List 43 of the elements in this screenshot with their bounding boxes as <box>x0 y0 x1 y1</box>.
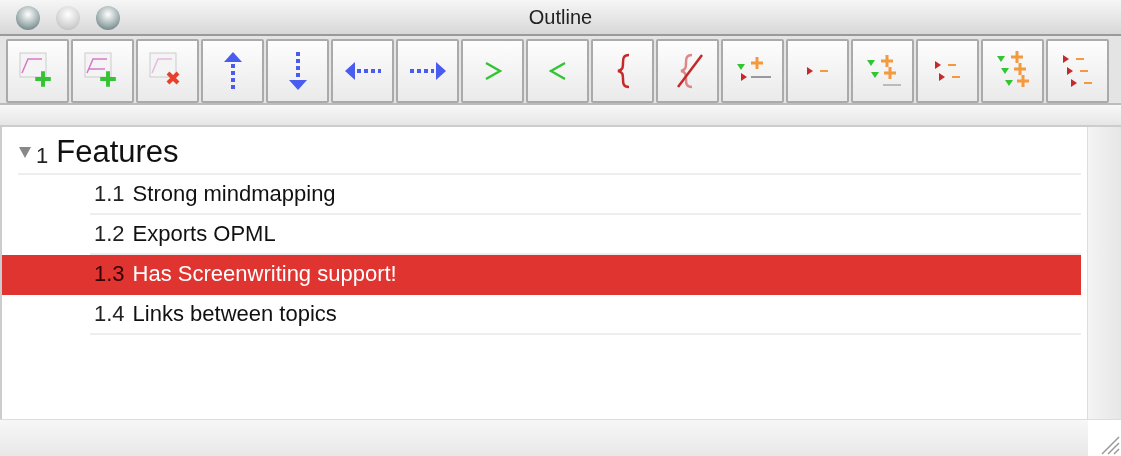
outline-row[interactable]: 1.1 Strong mindmapping <box>90 175 1081 215</box>
toolbar-button[interactable] <box>266 39 329 103</box>
topic-number: 1.3 <box>94 261 125 287</box>
toolbar-button[interactable] <box>6 39 69 103</box>
zoom-button[interactable] <box>96 6 120 30</box>
outline-row[interactable]: 1 Features <box>18 135 1081 175</box>
chevron-left-icon <box>548 60 567 82</box>
collapse-icon <box>805 65 830 77</box>
toolbar-button[interactable] <box>1046 39 1109 103</box>
minimize-button[interactable] <box>56 6 80 30</box>
toolbar-button[interactable] <box>591 39 654 103</box>
down-arrow-icon <box>287 51 308 91</box>
toolbar-button[interactable] <box>656 39 719 103</box>
chevron-right-icon <box>483 60 502 82</box>
up-arrow-icon <box>222 51 243 91</box>
topic-number: 1.1 <box>94 181 125 207</box>
close-button[interactable] <box>16 6 40 30</box>
expanded-triangle-icon[interactable] <box>18 145 32 159</box>
toolbar-button[interactable] <box>71 39 134 103</box>
topic-label: Exports OPML <box>132 221 276 247</box>
toolbar-button[interactable] <box>136 39 199 103</box>
toolbar-button[interactable] <box>201 39 264 103</box>
toolbar-button[interactable] <box>851 39 914 103</box>
topic-label: Features <box>56 134 179 170</box>
topic-label: Strong mindmapping <box>132 181 336 207</box>
toolbar-button[interactable] <box>786 39 849 103</box>
topic-label: Has Screenwriting support! <box>132 261 397 287</box>
toolbar-button[interactable] <box>721 39 784 103</box>
toolbar-button[interactable] <box>331 39 394 103</box>
toolbar-button[interactable] <box>526 39 589 103</box>
toolbar-button[interactable] <box>461 39 524 103</box>
toolbar-button[interactable] <box>981 39 1044 103</box>
toolbar-button[interactable] <box>396 39 459 103</box>
outline-row[interactable]: 1.3 Has Screenwriting support! <box>2 255 1081 295</box>
window-title: Outline <box>528 5 593 29</box>
topic-number: 1.4 <box>94 301 125 327</box>
scrollbar[interactable] <box>1087 127 1121 419</box>
topic-number: 1 <box>36 143 49 169</box>
topic-number: 1.2 <box>94 221 125 247</box>
toolbar-button[interactable] <box>916 39 979 103</box>
outline-row[interactable]: 1.4 Links between topics <box>90 295 1081 335</box>
resize-grip-icon[interactable] <box>1088 420 1121 456</box>
topic-label: Links between topics <box>132 301 337 327</box>
